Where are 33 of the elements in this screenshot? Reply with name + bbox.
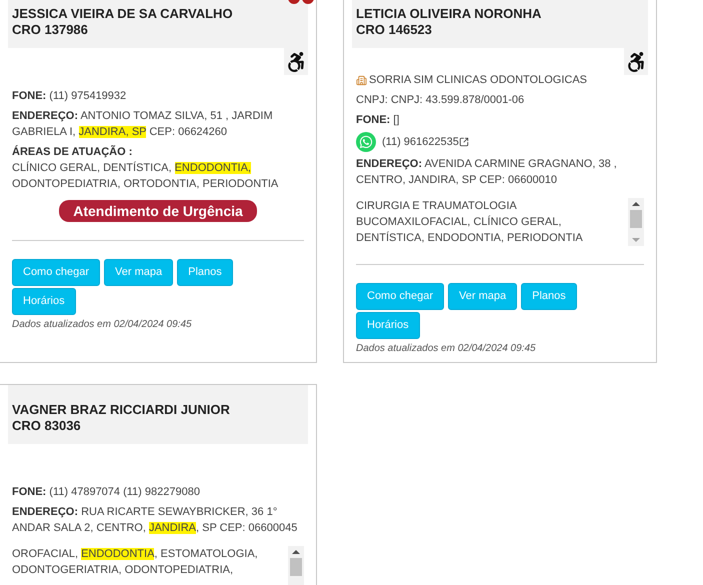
phone-text: FONE: (11) 975419932 [12,89,128,104]
specialties-text: CLÍNICO GERAL, DENTÍSTICA, ENDODONTIA, ODONTOPEDIATRIA, ORTODONTIA, PERIODONTIA [12,160,280,192]
action-button[interactable]: Horários [356,312,420,339]
phone-text: FONE: [] [356,113,400,128]
cro-number: CRO 83036 [12,418,82,434]
address-text: ENDEREÇO: RUA RICARTE SEWAYBRICKER, 36 1° ANDAR SALA 2, CENTRO, JANDIRA, SP CEP: 06600045 [12,505,298,536]
updated-text: Dados atualizados em 02/04/2024 09:45 [11,318,193,332]
address-text: ENDEREÇO: AVENIDA CARMINE GRAGNANO, 38 , CENTRO, JANDIRA, SP CEP: 06600010 [356,157,618,188]
action-button[interactable]: Ver mapa [104,259,174,286]
areas-label: ÁREAS DE ATUAÇÃO : [12,144,134,160]
scrollbar-drawing[interactable] [628,198,644,246]
action-button[interactable]: Como chegar [356,283,444,310]
clinic-name: SORRIA SIM CLINICAS ODONTOLOGICAS [369,73,588,88]
action-button[interactable]: Como chegar [12,259,100,286]
cnpj-text: CNPJ: CNPJ: 43.599.878/0001-06 [356,93,526,108]
action-button[interactable]: Horários [12,288,76,315]
action-button[interactable]: Ver mapa [448,283,518,310]
action-button[interactable]: Planos [177,259,233,286]
external-link-icon [458,137,469,147]
scrollbar-drawing[interactable] [288,546,304,585]
specialties-text: CIRURGIA E TRAUMATOLOGIA BUCOMAXILOFACIAL, CLÍNICO GERAL, DENTÍSTICA, ENDODONTIA, PERIODONTIA [356,199,584,246]
dentist-name: VAGNER BRAZ RICCIARDI JUNIOR [12,402,231,418]
cro-number: CRO 146523 [356,22,433,38]
updated-text: Dados atualizados em 02/04/2024 09:45 [355,342,537,356]
whatsapp-link[interactable]: (11) 961622535 [382,134,459,150]
building-icon [356,74,367,86]
urgency-button[interactable]: Atendimento de Urgência [59,200,257,222]
whatsapp-icon[interactable] [356,132,376,152]
dentist-name: LETICIA OLIVEIRA NORONHA [356,6,542,22]
dentist-name: JESSICA VIEIRA DE SA CARVALHO [12,6,234,22]
action-button[interactable]: Planos [521,283,577,310]
cro-number: CRO 137986 [12,22,89,38]
phone-text: FONE: (11) 47897074 (11) 982279080 [12,485,201,500]
